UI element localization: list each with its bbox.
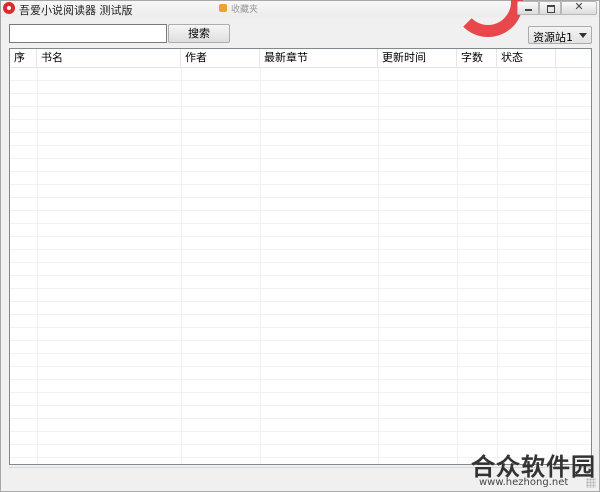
column-header-update-time[interactable]: 更新时间 xyxy=(378,49,457,67)
column-divider xyxy=(556,68,557,464)
maximize-icon xyxy=(547,5,555,13)
column-divider xyxy=(497,68,498,464)
close-icon: ✕ xyxy=(574,0,584,13)
column-header-filler xyxy=(556,49,591,67)
column-divider xyxy=(378,68,379,464)
table-header: 序 书名 作者 最新章节 更新时间 字数 状态 xyxy=(10,49,591,68)
minimize-icon xyxy=(525,9,532,11)
column-header-status[interactable]: 状态 xyxy=(497,49,556,67)
app-window: 吾爱小说阅读器 测试版 收藏夹 ✕ 搜索 资源站1 序 书名 作者 最新章节 更… xyxy=(0,0,600,492)
column-divider xyxy=(37,68,38,464)
column-divider xyxy=(260,68,261,464)
column-header-word-count[interactable]: 字数 xyxy=(457,49,497,67)
column-header-latest-chapter[interactable]: 最新章节 xyxy=(260,49,378,67)
minimize-button[interactable] xyxy=(517,1,539,15)
star-icon xyxy=(219,4,227,12)
column-header-author[interactable]: 作者 xyxy=(181,49,260,67)
window-title: 吾爱小说阅读器 测试版 xyxy=(19,4,133,17)
app-logo-icon xyxy=(3,2,15,14)
book-list-table[interactable]: 序 书名 作者 最新章节 更新时间 字数 状态 xyxy=(9,48,592,465)
source-select-value: 资源站1 xyxy=(533,31,573,44)
window-controls: ✕ xyxy=(513,0,599,15)
maximize-button[interactable] xyxy=(539,1,561,15)
source-select[interactable]: 资源站1 xyxy=(528,26,592,44)
column-header-title[interactable]: 书名 xyxy=(37,49,181,67)
search-button[interactable]: 搜索 xyxy=(168,24,230,43)
table-rows xyxy=(10,68,591,464)
column-divider xyxy=(181,68,182,464)
background-tab-label: 收藏夹 xyxy=(231,5,259,15)
title-bar[interactable]: 吾爱小说阅读器 测试版 收藏夹 ✕ xyxy=(1,0,599,37)
column-header-index[interactable]: 序 xyxy=(10,49,37,67)
close-button[interactable]: ✕ xyxy=(561,0,597,15)
background-tab: 收藏夹 xyxy=(219,2,269,15)
chevron-down-icon xyxy=(579,33,587,38)
search-input[interactable] xyxy=(9,24,167,43)
column-divider xyxy=(457,68,458,464)
watermark-url: www.hezhong.net xyxy=(479,477,569,488)
